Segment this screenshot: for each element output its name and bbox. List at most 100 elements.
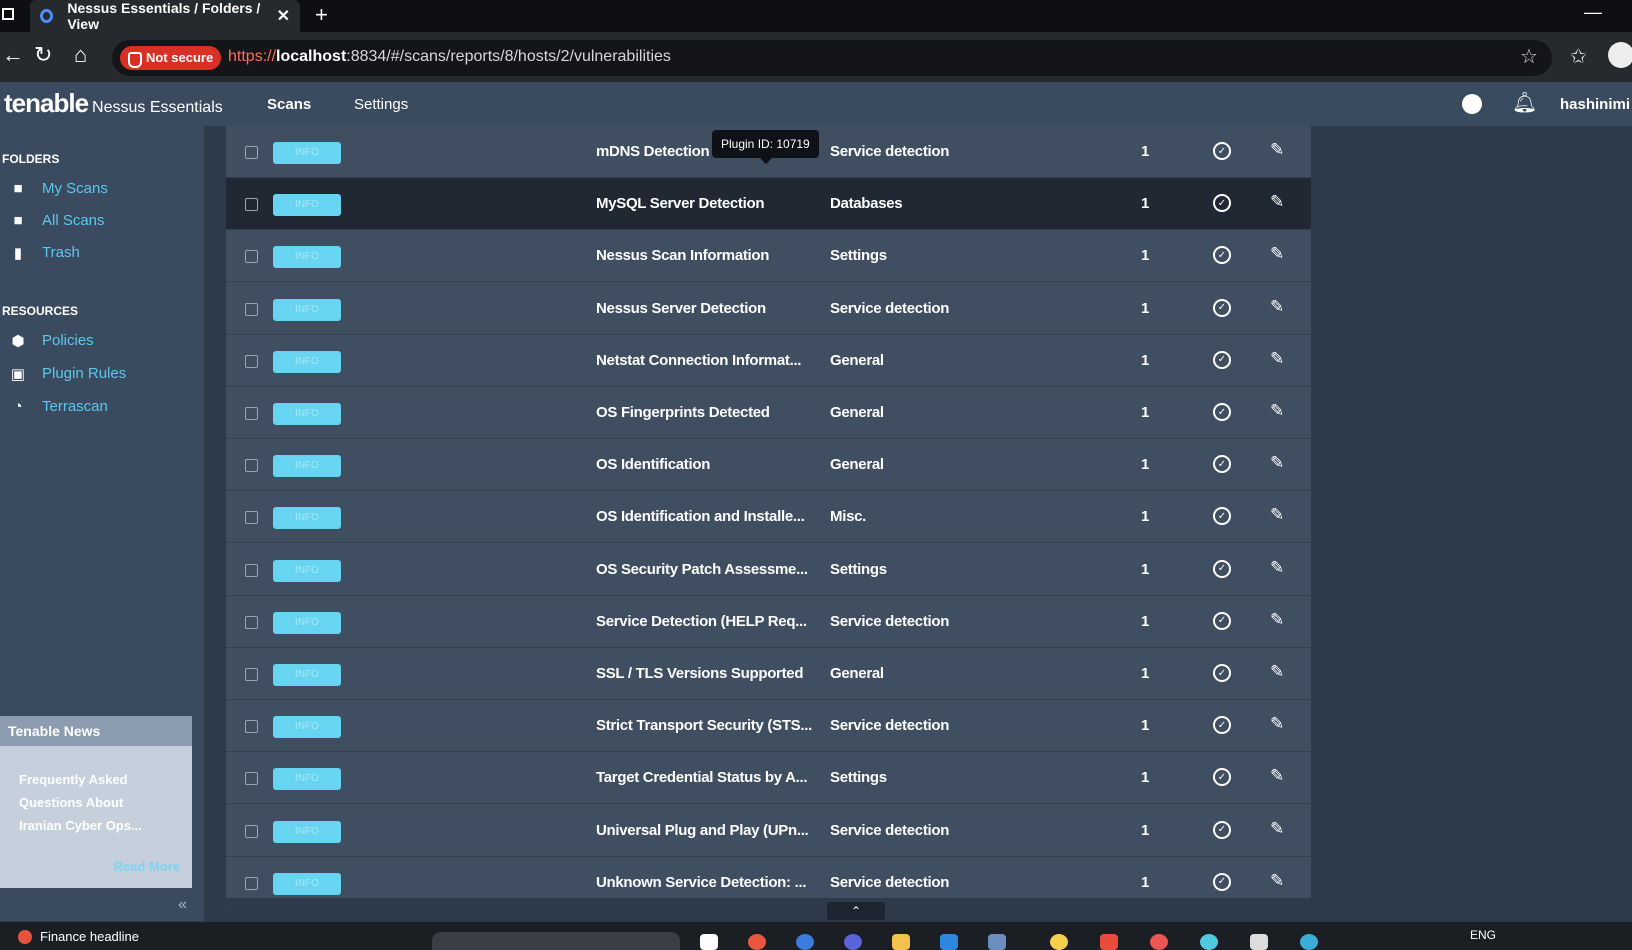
taskbar-app-icon[interactable] xyxy=(1300,934,1318,950)
check-circle-icon[interactable]: ✓ xyxy=(1213,350,1231,369)
taskbar-app-icon[interactable] xyxy=(1050,934,1068,950)
sidebar-item-terrascan[interactable]: ◔ Terrascan xyxy=(6,398,107,415)
table-row[interactable]: INFO Unknown Service Detection: ... Servic… xyxy=(226,857,1311,909)
check-circle-icon[interactable]: ✓ xyxy=(1213,820,1231,839)
table-row[interactable]: INFO Nessus Server Detection Service detec… xyxy=(226,283,1311,335)
taskbar-app-icon[interactable] xyxy=(1100,934,1118,950)
sidebar-item-plugin-rules[interactable]: ▣ Plugin Rules xyxy=(6,365,126,383)
table-row[interactable]: INFO SSL / TLS Versions Supported General 1… xyxy=(226,648,1311,700)
taskbar-app-icon[interactable] xyxy=(988,934,1006,950)
pencil-icon[interactable]: ✎ xyxy=(1270,819,1284,839)
table-row[interactable]: INFO MySQL Server Detection Databases 1 ✓ ✎ xyxy=(226,178,1311,231)
plugin-name[interactable]: OS Fingerprints Detected xyxy=(596,404,770,421)
plugin-name[interactable]: Netstat Connection Informat... xyxy=(596,352,801,369)
sidebar-item-all-scans[interactable]: ■ All Scans xyxy=(6,212,104,229)
plugin-name[interactable]: OS Identification and Installe... xyxy=(596,508,805,525)
bell-icon[interactable]: 🔔︎ xyxy=(1512,90,1537,115)
check-circle-icon[interactable]: ✓ xyxy=(1213,455,1231,474)
row-checkbox[interactable] xyxy=(245,354,258,368)
pencil-icon[interactable]: ✎ xyxy=(1270,558,1284,578)
pencil-icon[interactable]: ✎ xyxy=(1270,297,1284,317)
table-row[interactable]: INFO Service Detection (HELP Req... Servic… xyxy=(226,596,1311,648)
row-checkbox[interactable] xyxy=(245,668,258,681)
check-circle-icon[interactable]: ✓ xyxy=(1213,559,1231,578)
plugin-name[interactable]: Nessus Scan Information xyxy=(596,247,769,264)
plugin-name[interactable]: SSL / TLS Versions Supported xyxy=(596,665,804,682)
row-checkbox[interactable] xyxy=(245,824,258,838)
read-more-link[interactable]: Read More xyxy=(114,859,180,874)
table-row[interactable]: INFO OS Security Patch Assessme... Setting… xyxy=(226,544,1311,596)
pencil-icon[interactable]: ✎ xyxy=(1270,401,1284,421)
taskbar-app-icon[interactable] xyxy=(748,934,766,950)
row-checkbox[interactable] xyxy=(245,146,258,159)
table-row[interactable]: INFO Netstat Connection Informat... Genera… xyxy=(226,335,1311,387)
taskbar-app-icon[interactable] xyxy=(1200,934,1218,950)
check-circle-icon[interactable]: ✓ xyxy=(1213,298,1231,317)
sidebar-item-my-scans[interactable]: ■ My Scans xyxy=(6,180,107,197)
collapse-sidebar-icon[interactable]: « xyxy=(178,896,187,914)
check-circle-icon[interactable]: ✓ xyxy=(1213,194,1231,213)
table-row[interactable]: INFO Target Credential Status by A... Sett… xyxy=(226,752,1311,805)
taskbar-app-icon[interactable] xyxy=(700,934,718,950)
plugin-name[interactable]: MySQL Server Detection xyxy=(596,195,764,212)
home-icon[interactable]: ⌂ xyxy=(74,42,87,68)
row-checkbox[interactable] xyxy=(245,615,258,629)
pencil-icon[interactable]: ✎ xyxy=(1270,610,1284,630)
plugin-name[interactable]: OS Security Patch Assessme... xyxy=(596,561,808,578)
url-field[interactable]: Not secure https://localhost:8834/#/scan… xyxy=(112,40,1552,76)
row-checkbox[interactable] xyxy=(245,302,258,316)
pencil-icon[interactable]: ✎ xyxy=(1270,662,1284,682)
check-circle-icon[interactable]: ✓ xyxy=(1213,768,1231,787)
row-checkbox[interactable] xyxy=(245,198,258,212)
pencil-icon[interactable]: ✎ xyxy=(1270,244,1284,264)
check-circle-icon[interactable]: ✓ xyxy=(1213,611,1231,630)
table-row[interactable]: INFO OS Identification and Installe... Mis… xyxy=(226,491,1311,544)
close-tab-icon[interactable]: ✕ xyxy=(277,6,290,26)
new-tab-button[interactable]: + xyxy=(315,2,328,28)
scroll-to-top-button[interactable]: ⌃ xyxy=(827,902,885,920)
check-circle-icon[interactable]: ✓ xyxy=(1213,142,1231,160)
plugin-name[interactable]: Unknown Service Detection: ... xyxy=(596,874,807,891)
pencil-icon[interactable]: ✎ xyxy=(1270,714,1284,734)
plugin-name[interactable]: Target Credential Status by A... xyxy=(596,769,808,786)
pencil-icon[interactable]: ✎ xyxy=(1270,453,1284,473)
user-menu[interactable]: hashinimi xyxy=(1560,96,1632,113)
browser-tab[interactable]: Nessus Essentials / Folders / View ✕ xyxy=(30,0,300,32)
plugin-name[interactable]: Service Detection (HELP Req... xyxy=(596,613,807,630)
check-circle-icon[interactable]: ✓ xyxy=(1213,872,1231,891)
reload-icon[interactable]: ↻ xyxy=(34,42,52,68)
row-checkbox[interactable] xyxy=(245,772,258,786)
taskbar-app-icon[interactable] xyxy=(844,934,862,950)
taskbar-app-icon[interactable] xyxy=(940,934,958,950)
check-circle-icon[interactable]: ✓ xyxy=(1213,664,1231,682)
minimize-button[interactable]: — xyxy=(1584,2,1602,23)
pencil-icon[interactable]: ✎ xyxy=(1270,192,1284,212)
bookmark-star-icon[interactable]: ☆ xyxy=(1520,44,1538,69)
plugin-name[interactable]: Strict Transport Security (STS... xyxy=(596,717,812,734)
row-checkbox[interactable] xyxy=(245,407,258,420)
nav-settings[interactable]: Settings xyxy=(354,96,408,113)
row-checkbox[interactable] xyxy=(245,459,258,473)
check-circle-icon[interactable]: ✓ xyxy=(1213,507,1231,526)
table-row[interactable]: INFO OS Fingerprints Detected General 1 ✓ ✎ xyxy=(226,387,1311,439)
taskbar-news-widget[interactable]: Finance headline xyxy=(18,929,139,944)
news-headline[interactable]: Frequently Asked Questions About Iranian… xyxy=(0,746,192,837)
taskbar-app-icon[interactable] xyxy=(796,934,814,950)
table-row[interactable]: INFO OS Identification General 1 ✓ ✎ xyxy=(226,439,1311,492)
table-row[interactable]: INFO Nessus Scan Information Settings 1 ✓ ✎ xyxy=(226,230,1311,283)
plugin-name[interactable]: Nessus Server Detection xyxy=(596,300,766,317)
table-row[interactable]: INFO Universal Plug and Play (UPn... Servi… xyxy=(226,805,1311,857)
taskbar-app-icon[interactable] xyxy=(1150,934,1168,950)
plugin-name[interactable]: mDNS Detection xyxy=(596,143,710,160)
pencil-icon[interactable]: ✎ xyxy=(1270,140,1284,160)
sidebar-item-policies[interactable]: ⬢ Policies xyxy=(6,332,93,350)
url-text[interactable]: https://localhost:8834/#/scans/reports/8… xyxy=(228,48,671,66)
check-circle-icon[interactable]: ✓ xyxy=(1213,403,1231,421)
row-checkbox[interactable] xyxy=(245,250,258,264)
status-circle-icon[interactable] xyxy=(1462,94,1482,114)
profile-avatar[interactable] xyxy=(1608,42,1632,68)
check-circle-icon[interactable]: ✓ xyxy=(1213,246,1231,265)
pencil-icon[interactable]: ✎ xyxy=(1270,505,1284,525)
pencil-icon[interactable]: ✎ xyxy=(1270,871,1284,891)
plugin-name[interactable]: OS Identification xyxy=(596,456,710,473)
